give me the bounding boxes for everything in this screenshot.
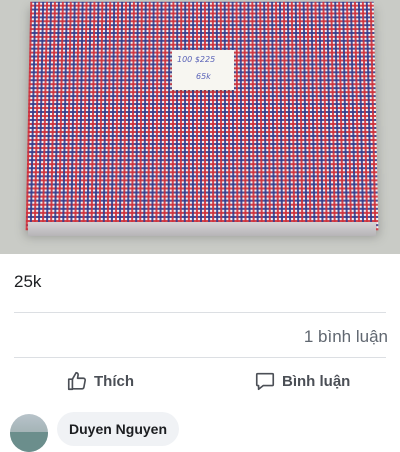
divider [14,312,386,313]
post-photo[interactable]: 100 $225 65k [0,0,400,254]
like-label: Thích [94,372,134,390]
avatar-photo [10,432,48,452]
comment-button[interactable]: Bình luận [254,367,350,395]
thumbs-up-icon [67,371,87,391]
fabric-fold [28,222,376,236]
like-button[interactable]: Thích [66,367,134,395]
comment-author[interactable]: Duyen Nguyen [69,421,167,437]
comment-count[interactable]: 1 bình luận [304,327,388,347]
post-caption: 25k [14,272,42,291]
tag-line-2: 65k [196,72,211,81]
divider [14,357,386,358]
tag-line-1: 100 $225 [177,55,216,64]
avatar[interactable] [10,414,48,452]
price-tag: 100 $225 65k [172,50,234,90]
comment-label: Bình luận [282,372,351,390]
gingham-fabric [25,1,379,231]
comment-bubble-icon [255,372,275,391]
